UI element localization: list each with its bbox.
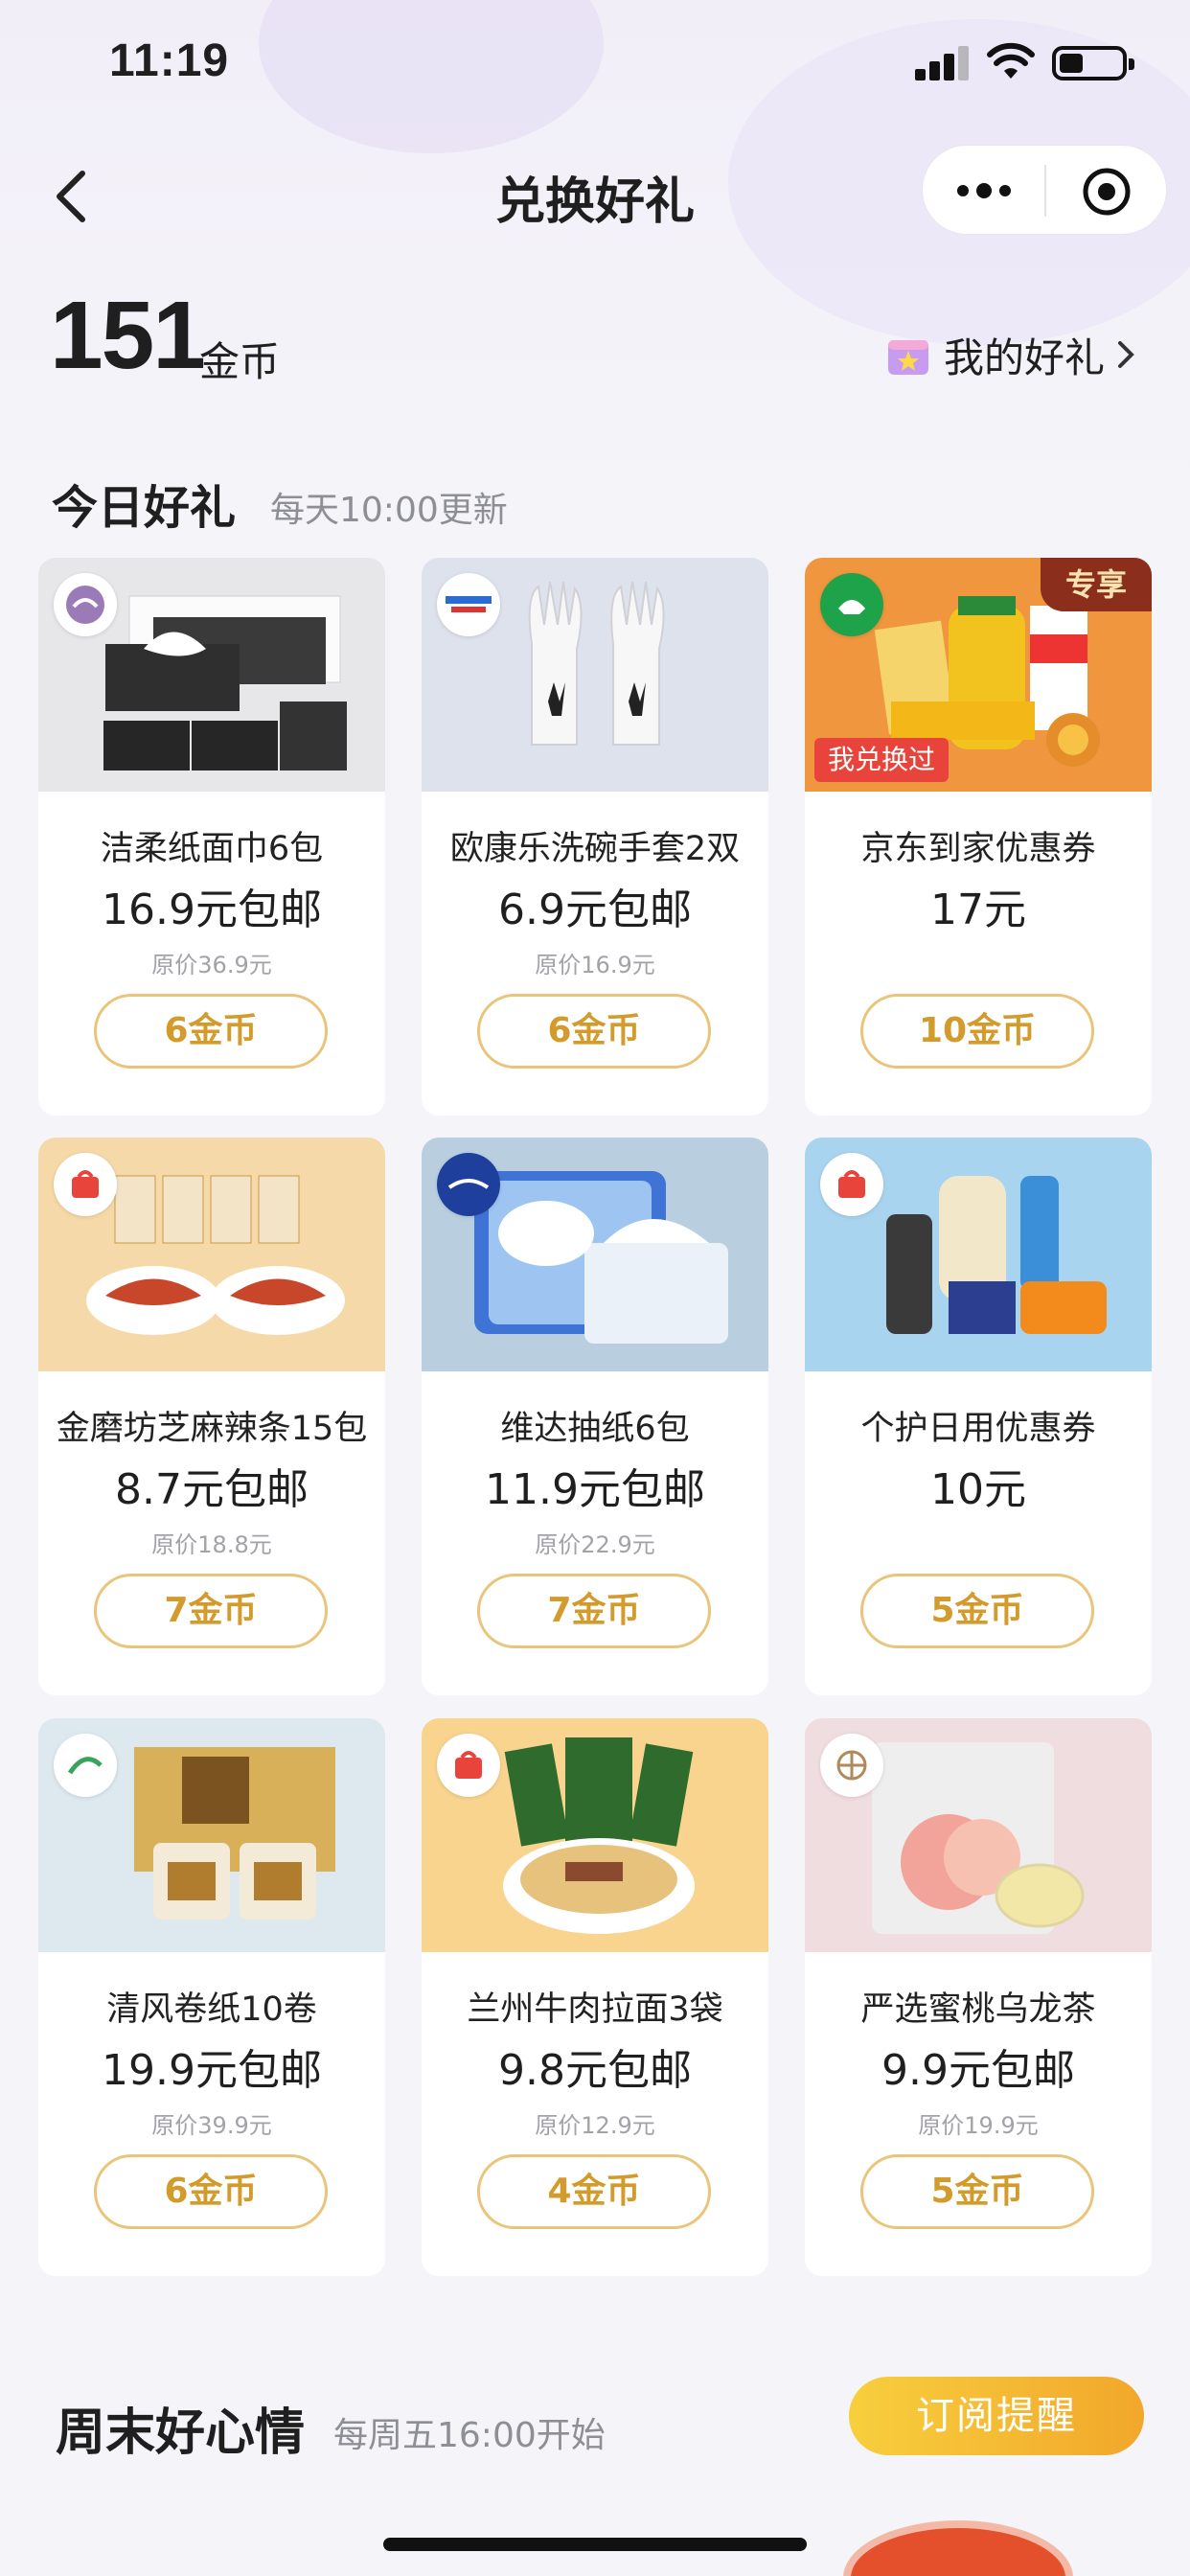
- product-original-price: 原价19.9元: [918, 2112, 1039, 2139]
- redeem-button[interactable]: 7金币: [94, 1574, 328, 1648]
- exclusive-tag: 专享: [1040, 558, 1152, 611]
- product-name: 清风卷纸10卷: [106, 1990, 317, 2029]
- vinda-logo-icon: [437, 1153, 500, 1216]
- coin-balance: 151: [50, 282, 206, 389]
- jierou-logo-icon: [54, 573, 117, 636]
- product-image: 专享 我兑换过: [805, 558, 1152, 792]
- qingfeng-logo-icon: [54, 1734, 117, 1797]
- product-price: 16.9元包邮: [102, 886, 322, 934]
- home-indicator[interactable]: [383, 2538, 807, 2551]
- product-image: [422, 1138, 768, 1371]
- redeem-button[interactable]: 5金币: [860, 2154, 1094, 2229]
- product-name: 金磨坊芝麻辣条15包: [56, 1410, 368, 1448]
- product-card[interactable]: 金磨坊芝麻辣条15包 8.7元包邮 原价18.8元 7金币: [38, 1138, 385, 1695]
- product-name: 个护日用优惠券: [860, 1410, 1096, 1448]
- gift-box-icon: [886, 333, 930, 377]
- product-image: [805, 1718, 1152, 1952]
- my-gifts-label: 我的好礼: [944, 334, 1106, 381]
- redeem-button[interactable]: 5金币: [860, 1574, 1094, 1648]
- today-gifts-title: 今日好礼: [52, 481, 237, 535]
- product-price: 6.9元包邮: [498, 886, 692, 934]
- product-card[interactable]: 维达抽纸6包 11.9元包邮 原价22.9元 7金币: [422, 1138, 768, 1695]
- product-price: 8.7元包邮: [115, 1465, 309, 1514]
- product-name: 维达抽纸6包: [500, 1410, 690, 1448]
- wifi-icon: [987, 42, 1035, 79]
- redeem-button[interactable]: 4金币: [477, 2154, 711, 2229]
- product-price: 9.9元包邮: [881, 2046, 1075, 2095]
- weekend-section-title: 周末好心情: [56, 2404, 306, 2462]
- miniprogram-capsule: [922, 145, 1167, 235]
- product-price: 11.9元包邮: [485, 1465, 705, 1514]
- product-image: [38, 1718, 385, 1952]
- capsule-divider: [1044, 165, 1046, 217]
- navigation-bar: 兑换好礼: [0, 129, 1190, 254]
- subscribe-reminder-button[interactable]: 订阅提醒: [849, 2377, 1144, 2455]
- product-name: 欧康乐洗碗手套2双: [449, 830, 741, 868]
- chevron-right-icon: [1118, 341, 1134, 368]
- jd-daojia-logo-icon: [820, 573, 883, 636]
- product-original-price: 原价39.9元: [151, 2112, 272, 2139]
- product-original-price: 原价12.9元: [535, 2112, 655, 2139]
- product-original-price: 原价18.8元: [151, 1531, 272, 1558]
- more-dots-icon[interactable]: [955, 177, 1013, 204]
- product-card[interactable]: 洁柔纸面巾6包 16.9元包邮 原价36.9元 6金币: [38, 558, 385, 1116]
- redeemed-tag: 我兑换过: [814, 738, 950, 782]
- product-name: 洁柔纸面巾6包: [100, 830, 324, 868]
- product-price: 10元: [930, 1465, 1026, 1514]
- product-name: 兰州牛肉拉面3袋: [467, 1990, 723, 2029]
- redeem-button[interactable]: 6金币: [477, 994, 711, 1069]
- product-image: [422, 1718, 768, 1952]
- product-price: 17元: [930, 886, 1026, 934]
- product-name: 严选蜜桃乌龙茶: [860, 1990, 1096, 2029]
- product-image: [805, 1138, 1152, 1371]
- close-target-icon[interactable]: [1082, 167, 1132, 217]
- product-name: 京东到家优惠券: [860, 830, 1096, 868]
- okonlor-logo-icon: [437, 573, 500, 636]
- today-gifts-subtitle: 每天10:00更新: [270, 491, 508, 530]
- redeem-button[interactable]: 6金币: [94, 994, 328, 1069]
- product-price: 9.8元包邮: [498, 2046, 692, 2095]
- product-card[interactable]: 欧康乐洗碗手套2双 6.9元包邮 原价16.9元 6金币: [422, 558, 768, 1116]
- product-image: [422, 558, 768, 792]
- redeem-button[interactable]: 7金币: [477, 1574, 711, 1648]
- redeem-button[interactable]: 6金币: [94, 2154, 328, 2229]
- status-bar: 11:19: [0, 0, 1190, 129]
- battery-icon: [1052, 46, 1134, 80]
- tencent-shop-logo-icon: [54, 1153, 117, 1216]
- product-original-price: 原价16.9元: [535, 952, 655, 978]
- cellular-signal-icon: [915, 46, 971, 80]
- product-price: 19.9元包邮: [102, 2046, 322, 2095]
- product-original-price: 原价36.9元: [151, 952, 272, 978]
- tencent-shop-logo-icon: [820, 1153, 883, 1216]
- product-card[interactable]: 个护日用优惠券 10元 5金币: [805, 1138, 1152, 1695]
- product-card[interactable]: 兰州牛肉拉面3袋 9.8元包邮 原价12.9元 4金币: [422, 1718, 768, 2276]
- product-card[interactable]: 清风卷纸10卷 19.9元包邮 原价39.9元 6金币: [38, 1718, 385, 2276]
- product-card[interactable]: 专享 我兑换过 京东到家优惠券 17元 10金币: [805, 558, 1152, 1116]
- yanxuan-logo-icon: [820, 1734, 883, 1797]
- tencent-shop-logo-icon: [437, 1734, 500, 1797]
- product-card[interactable]: 严选蜜桃乌龙茶 9.9元包邮 原价19.9元 5金币: [805, 1718, 1152, 2276]
- product-image: [38, 1138, 385, 1371]
- product-original-price: 原价22.9元: [535, 1531, 655, 1558]
- coin-unit-label: 金币: [199, 338, 281, 385]
- weekend-product-image: [843, 2520, 1073, 2576]
- redeem-button[interactable]: 10金币: [860, 994, 1094, 1069]
- my-gifts-link[interactable]: 我的好礼: [886, 326, 1139, 383]
- weekend-section-subtitle: 每周五16:00开始: [333, 2416, 606, 2455]
- status-time: 11:19: [109, 35, 230, 86]
- product-image: [38, 558, 385, 792]
